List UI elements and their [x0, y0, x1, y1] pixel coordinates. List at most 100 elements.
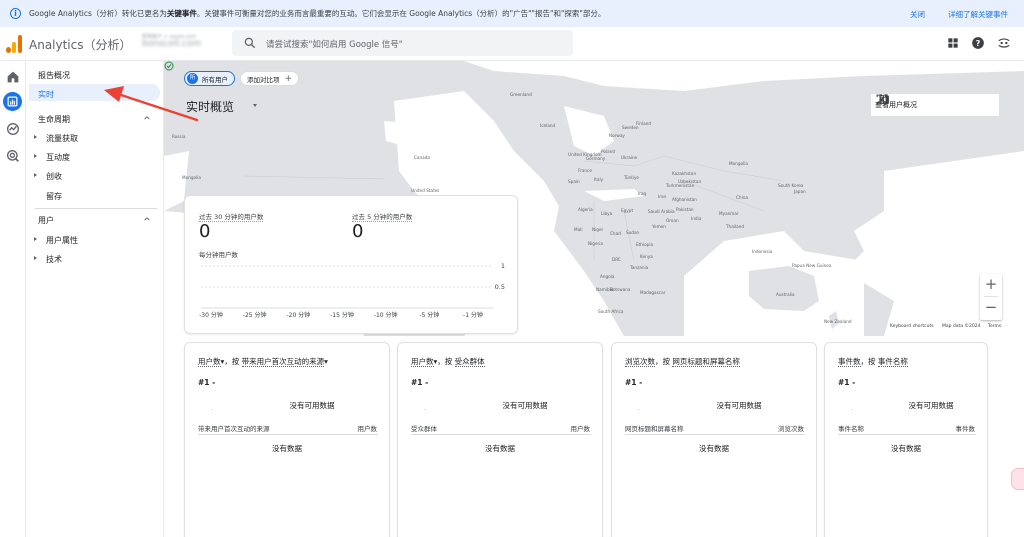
map-label: Sudan [626, 230, 640, 235]
floating-helper-button[interactable] [1011, 468, 1024, 490]
card-metric-header[interactable]: 用户数 [571, 423, 591, 433]
title-dropdown-icon[interactable] [253, 104, 257, 107]
home-icon[interactable] [5, 69, 21, 85]
card-dimension-header[interactable]: 事件名称 [838, 423, 864, 433]
map-label: Russia [172, 134, 186, 139]
card-dimension-selector[interactable]: 带来用户首次互动的来源 [241, 357, 325, 367]
map-label: Madagascar [640, 290, 666, 295]
expand-arrow-icon[interactable] [34, 256, 37, 260]
account-selector[interactable]: bonscell.com [142, 39, 201, 49]
nav-tech[interactable]: 技术 [46, 254, 62, 265]
expand-arrow-icon[interactable] [34, 154, 37, 158]
users-per-minute-chart[interactable]: 1 0.5 -30 分钟 -25 分钟 -20 分钟 -15 分钟 -10 分钟 -5 分钟 -… [185, 196, 519, 335]
section-lifecycle[interactable]: 生命周期 [38, 114, 70, 125]
zoom-out-button[interactable]: − [980, 297, 1002, 319]
map-label: Chad [610, 231, 621, 236]
add-comparison-button[interactable]: 添加对比项 + [240, 71, 300, 86]
map-label: Japan [794, 189, 806, 194]
explore-icon[interactable] [5, 121, 21, 137]
map-toolbar: 查看用户概况 [871, 94, 999, 116]
y-tick-label: 0.5 [495, 283, 505, 291]
map-label: Saudi Arabia [648, 209, 675, 214]
app-title[interactable]: Analytics（分析） [29, 36, 132, 53]
expand-arrow-icon[interactable] [34, 173, 37, 177]
map-label: United States [411, 188, 440, 193]
map-label: Myanmar [719, 211, 739, 216]
map-label: Ethiopia [636, 242, 654, 247]
nav-acquisition[interactable]: 流量获取 [46, 133, 78, 144]
share-icon[interactable] [878, 94, 889, 105]
reports-side-nav: 报告概况 实时 生命周期 流量获取 互动度 创收 留存 用户 用户属性 技术 [27, 61, 164, 537]
verified-check-icon[interactable] [164, 61, 174, 71]
top-card-4: 事件数，按 事件名称 #1 - - 没有可用数据 事件名称 事件数 没有数据 [824, 342, 988, 537]
card-metric-selector[interactable]: 用户数 [411, 357, 434, 367]
card-no-data-message: 没有可用数据 [502, 401, 548, 410]
map-label: Ukraine [621, 155, 638, 160]
keyboard-shortcuts-link[interactable]: Keyboard shortcuts [890, 324, 934, 329]
section-user[interactable]: 用户 [38, 215, 54, 226]
card-title[interactable]: 用户数▾，按 受众群体 [411, 356, 485, 367]
map-label: Uzbekistan [678, 179, 702, 184]
chevron-up-icon[interactable] [144, 216, 150, 222]
chevron-up-icon[interactable] [144, 115, 150, 121]
help-icon[interactable]: ? [971, 36, 985, 50]
map-label: Greenland [510, 92, 532, 97]
card-dimension-selector[interactable]: 事件名称 [877, 357, 908, 367]
card-dimension-header[interactable]: 受众群体 [411, 423, 437, 433]
all-users-chip-label: 所有用户 [202, 75, 228, 84]
expand-arrow-icon[interactable] [34, 135, 37, 139]
nav-divider [35, 208, 157, 209]
card-no-data-message: 没有可用数据 [716, 401, 762, 410]
apps-grid-icon[interactable] [946, 36, 960, 50]
map-label: Türkiye [624, 175, 640, 180]
card-metric-header[interactable]: 浏览次数 [778, 423, 804, 433]
nav-reports-snapshot[interactable]: 报告概况 [38, 70, 70, 81]
map-zoom-control: + − [980, 274, 1002, 320]
top-card-2: 用户数▾，按 受众群体 #1 - - 没有可用数据 受众群体 用户数 没有数据 [397, 342, 603, 537]
search-bar[interactable]: 请尝试搜索"如何启用 Google 信号" [232, 30, 573, 56]
expand-arrow-icon[interactable] [34, 237, 37, 241]
card-dimension-selector[interactable]: 网页标题和屏幕名称 [672, 357, 740, 367]
page-title: 实时概览 [186, 100, 235, 114]
card-metric-header[interactable]: 用户数 [358, 423, 378, 433]
map-label: Kenya [640, 254, 653, 259]
extension-icon[interactable] [997, 36, 1011, 50]
x-tick-label: -5 分钟 [419, 311, 439, 319]
all-users-chip[interactable]: 所所有用户 [184, 71, 235, 86]
map-label: Papua New Guinea [792, 263, 832, 268]
banner-message: Google Analytics（分析）转化已更名为关键事件。关键事件可衡量对您… [29, 8, 605, 19]
card-dimension-header[interactable]: 网页标题和屏幕名称 [625, 423, 684, 433]
dropdown-caret-icon[interactable]: ▾ [324, 357, 328, 366]
card-no-data-table: 没有数据 [891, 444, 921, 453]
banner-learn-more-link[interactable]: 详细了解关键事件 [948, 9, 1008, 20]
nav-engagement[interactable]: 互动度 [46, 152, 70, 163]
nav-monetization[interactable]: 创收 [46, 171, 62, 182]
left-rail [0, 61, 26, 537]
nav-realtime[interactable]: 实时 [38, 89, 54, 100]
card-title[interactable]: 用户数▾，按 带来用户首次互动的来源▾ [198, 356, 328, 367]
banner-close-button[interactable]: 关闭 [910, 9, 925, 20]
card-metric-header[interactable]: 事件数 [956, 423, 976, 433]
reports-icon [7, 96, 17, 107]
search-icon [244, 37, 256, 49]
card-title[interactable]: 浏览次数，按 网页标题和屏幕名称 [625, 356, 740, 367]
advertising-icon[interactable] [5, 148, 21, 164]
card-title[interactable]: 事件数，按 事件名称 [838, 356, 908, 367]
add-comparison-label: 添加对比项 [247, 75, 280, 84]
x-tick-label: -30 分钟 [199, 311, 223, 319]
map-label: Angola [600, 274, 615, 279]
analytics-logo-icon[interactable] [6, 35, 22, 53]
card-dimension-selector[interactable]: 受众群体 [454, 357, 485, 367]
nav-user-attributes[interactable]: 用户属性 [46, 235, 78, 246]
zoom-in-button[interactable]: + [980, 274, 1002, 296]
map-label: DRC [612, 257, 621, 262]
banner-text-bold: 关键事件 [166, 9, 197, 18]
card-metric-selector[interactable]: 用户数 [198, 357, 221, 367]
terms-link[interactable]: Terms [988, 324, 1001, 329]
card-dimension-header[interactable]: 带来用户首次互动的来源 [198, 423, 270, 433]
card-metric-selector[interactable]: 浏览次数 [625, 357, 655, 367]
card-no-data-message: 没有可用数据 [289, 401, 335, 410]
card-metric-selector[interactable]: 事件数 [838, 357, 861, 367]
nav-retention[interactable]: 留存 [46, 191, 62, 202]
map-label: Tanzania [630, 265, 649, 270]
